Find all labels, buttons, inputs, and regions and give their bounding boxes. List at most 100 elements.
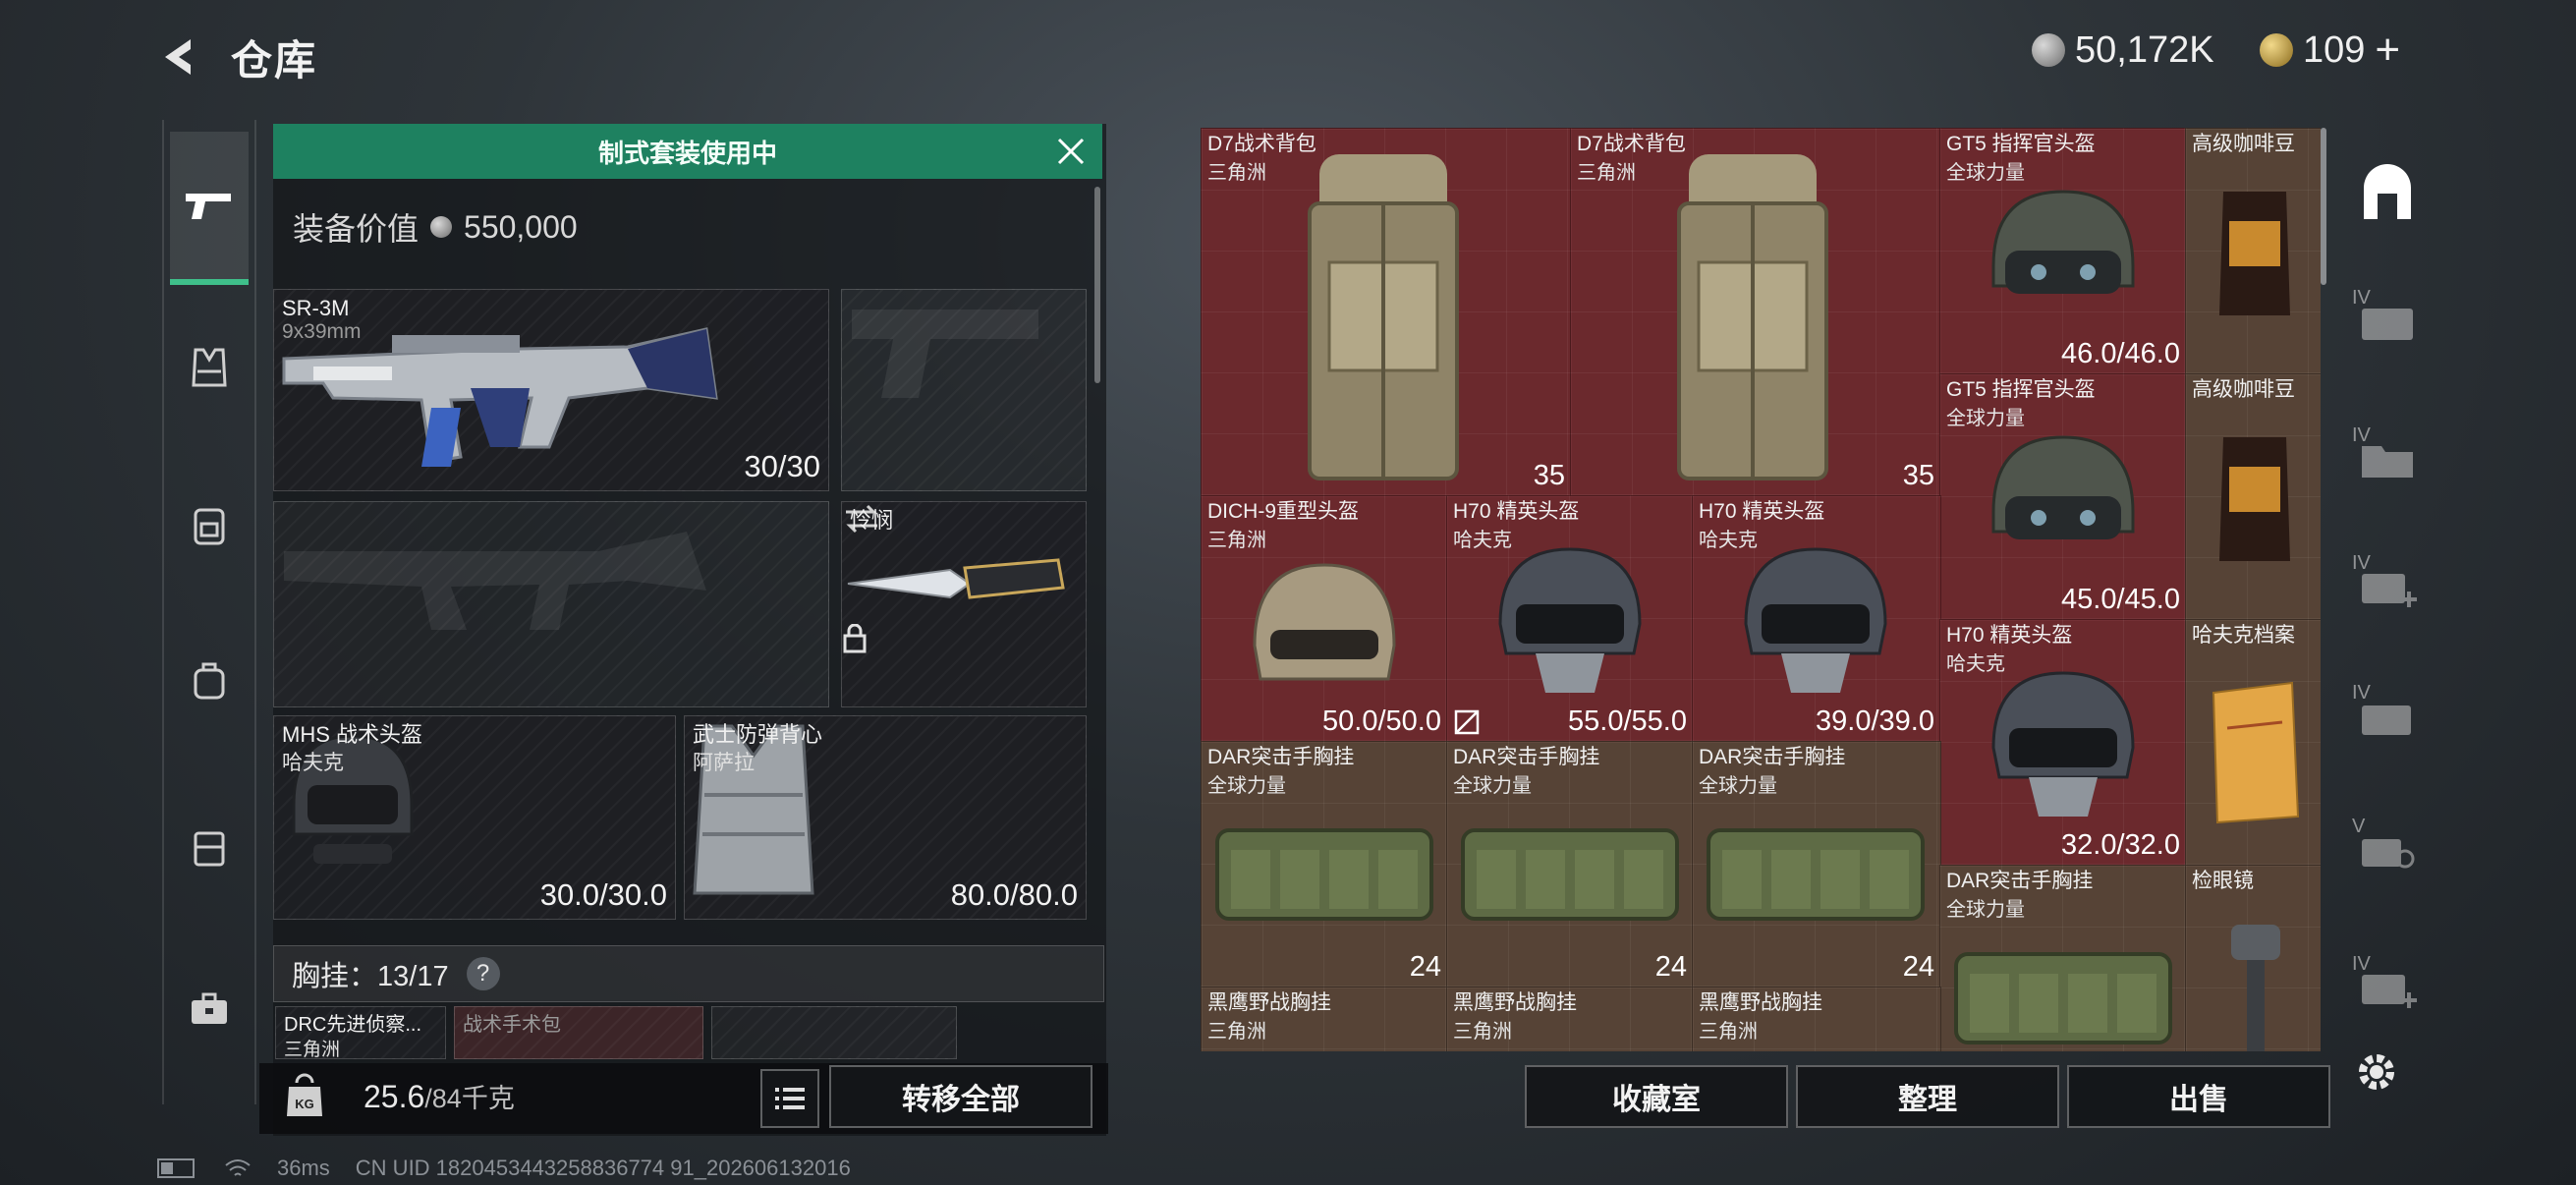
close-icon[interactable] — [1053, 134, 1089, 169]
weight-max: /84千克 — [424, 1084, 515, 1113]
toolbox-icon — [192, 992, 227, 1024]
pistol-silhouette-icon — [852, 310, 1038, 398]
equipment-value: 装备价值 550,000 — [293, 204, 578, 250]
stash-add-page-button[interactable]: IV — [2348, 953, 2427, 1022]
helmet-icon — [1991, 190, 2135, 294]
help-icon[interactable]: ? — [466, 957, 500, 990]
stash-item-coffee[interactable]: 高级咖啡豆 — [2185, 128, 2321, 375]
stash-page-button[interactable]: IV — [2348, 424, 2427, 493]
currency1-value: 50,172K — [2075, 28, 2214, 71]
pistol-slot[interactable] — [841, 289, 1087, 491]
item-weight-value: 35 — [1533, 460, 1565, 491]
secondary-weapon-slot[interactable] — [273, 501, 829, 707]
item-sub: 全球力量 — [1453, 775, 1532, 797]
list-view-button[interactable] — [760, 1069, 819, 1128]
ophthalmoscope-icon — [2231, 925, 2280, 1051]
stash-item-chest-rig[interactable]: 黑鹰野战胸挂 三角洲 — [1446, 987, 1694, 1051]
item-sub: 三角洲 — [1699, 1021, 1758, 1043]
item-capacity: 24 — [1654, 951, 1687, 983]
stash-item-helmet[interactable]: H70 精英头盔 哈夫克 55.0/55.0 — [1446, 495, 1694, 743]
stash-home-button[interactable] — [2348, 159, 2427, 228]
item-name: 高级咖啡豆 — [2192, 133, 2295, 155]
item-sub: 三角洲 — [1207, 162, 1266, 184]
stash-item-helmet[interactable]: DICH-9重型头盔 三角洲 50.0/50.0 — [1201, 495, 1448, 743]
item-sub: 哈夫克 — [1699, 530, 1758, 551]
item-capacity: 24 — [1409, 951, 1441, 983]
chest-rig-icon — [1707, 828, 1925, 921]
item-sub: 哈夫克 — [1453, 530, 1512, 551]
add-currency-icon[interactable]: + — [2375, 26, 2400, 75]
stash-item-helmet[interactable]: H70 精英头盔 哈夫克 32.0/32.0 — [1939, 619, 2187, 867]
stash-page-button[interactable]: IV — [2348, 682, 2427, 751]
stash-page-button[interactable]: IV — [2348, 287, 2427, 356]
collection-room-button[interactable]: 收藏室 — [1525, 1065, 1788, 1128]
tab-toolbox[interactable] — [170, 969, 249, 1047]
stash-item-chest-rig[interactable]: DAR突击手胸挂 全球力量 — [1939, 865, 2187, 1051]
armor-slot[interactable]: 武士防弹背心 阿萨拉 80.0/80.0 — [684, 715, 1087, 920]
tab-weapons[interactable] — [170, 132, 249, 285]
stash-item-chest-rig[interactable]: DAR突击手胸挂 全球力量 24 — [1692, 741, 1941, 988]
item-sub: 三角洲 — [1453, 1021, 1512, 1043]
melee-slot[interactable]: 怜悯 — [841, 501, 1087, 707]
stash-item-ophthalmoscope[interactable]: 检眼镜 — [2185, 865, 2321, 1051]
primary-weapon-slot[interactable]: SR-3M 9x39mm 30/30 — [273, 289, 829, 491]
item-weight-value: 35 — [1902, 460, 1934, 491]
vest-icon — [192, 348, 227, 387]
stash-item-backpack[interactable]: D7战术背包 三角洲 35 — [1201, 128, 1572, 497]
helmet-icon — [1744, 547, 1887, 693]
helmet-icon — [1991, 671, 2135, 817]
tab-backpack[interactable] — [170, 485, 249, 564]
settings-button[interactable] — [2352, 1047, 2401, 1097]
item-name: GT5 指挥官头盔 — [1946, 133, 2096, 155]
helmet-slot[interactable]: MHS 战术头盔 哈夫克 30.0/30.0 — [273, 715, 676, 920]
equipment-value-label: 装备价值 — [293, 211, 420, 247]
weapon-caliber: 9x39mm — [282, 320, 362, 343]
stash-item-chest-rig[interactable]: 黑鹰野战胸挂 三角洲 — [1201, 987, 1448, 1051]
item-sub: 三角洲 — [1577, 162, 1636, 184]
stash-add-page-button[interactable]: IV — [2348, 552, 2427, 621]
back-button[interactable] — [157, 33, 204, 81]
stash-item-chest-rig[interactable]: DAR突击手胸挂 全球力量 24 — [1201, 741, 1448, 988]
item-sub: 全球力量 — [1946, 162, 2025, 184]
tab-bag[interactable] — [170, 641, 249, 719]
sell-button[interactable]: 出售 — [2067, 1065, 2330, 1128]
stash-item-document[interactable]: 哈夫克档案 — [2185, 619, 2321, 867]
tab-vest[interactable] — [170, 328, 249, 407]
pouch-icon — [194, 662, 225, 700]
helmet-icon — [1498, 547, 1642, 693]
knife-icon — [847, 558, 1065, 599]
stash-page-sidebar: IV IV IV IV V IV — [2338, 147, 2436, 1071]
chest-rig-bar[interactable]: 胸挂：13/17 ? — [273, 945, 1104, 1002]
rifle-silhouette-icon — [284, 532, 706, 630]
lock-icon — [843, 623, 867, 653]
stash-item-chest-rig[interactable]: DAR突击手胸挂 全球力量 24 — [1446, 741, 1694, 988]
stash-item-chest-rig[interactable]: 黑鹰野战胸挂 三角洲 — [1692, 987, 1941, 1051]
loadout-banner: 制式套装使用中 — [273, 124, 1102, 179]
stash-scrollbar[interactable] — [2321, 128, 2326, 285]
knife-name: 怜悯 — [850, 508, 894, 533]
rig-item-2[interactable]: 战术手术包 — [454, 1006, 703, 1059]
rig-item-3[interactable] — [711, 1006, 957, 1059]
rig-item-1[interactable]: DRC先进侦察... 三角洲 — [275, 1006, 446, 1059]
transfer-all-button[interactable]: 转移全部 — [829, 1065, 1092, 1128]
case-icon — [194, 831, 225, 867]
item-name: D7战术背包 — [1577, 133, 1686, 155]
stash-item-helmet[interactable]: GT5 指挥官头盔 全球力量 45.0/45.0 — [1939, 373, 2187, 621]
stash-item-backpack[interactable]: D7战术背包 三角洲 35 — [1570, 128, 1941, 497]
equipment-scrollbar[interactable] — [1094, 187, 1100, 383]
organize-button[interactable]: 整理 — [1796, 1065, 2059, 1128]
stash-item-coffee[interactable]: 高级咖啡豆 — [2185, 373, 2321, 621]
currency-display-2[interactable]: 109 + — [2260, 26, 2400, 75]
stash-page-button[interactable]: V — [2348, 816, 2427, 884]
item-sub: 全球力量 — [1207, 775, 1286, 797]
tab-case[interactable] — [170, 808, 249, 886]
stash-item-helmet[interactable]: H70 精英头盔 哈夫克 39.0/39.0 — [1692, 495, 1941, 743]
stash-item-helmet[interactable]: GT5 指挥官头盔 全球力量 46.0/46.0 — [1939, 128, 2187, 375]
backpack-icon — [1308, 154, 1459, 480]
item-name: D7战术背包 — [1207, 133, 1316, 155]
helmet-faction: 哈夫克 — [282, 752, 344, 774]
gold-coin-icon — [2260, 33, 2293, 67]
weapon-name: SR-3M — [282, 296, 350, 320]
item-sub: 全球力量 — [1946, 408, 2025, 429]
silver-coin-icon — [430, 216, 453, 238]
